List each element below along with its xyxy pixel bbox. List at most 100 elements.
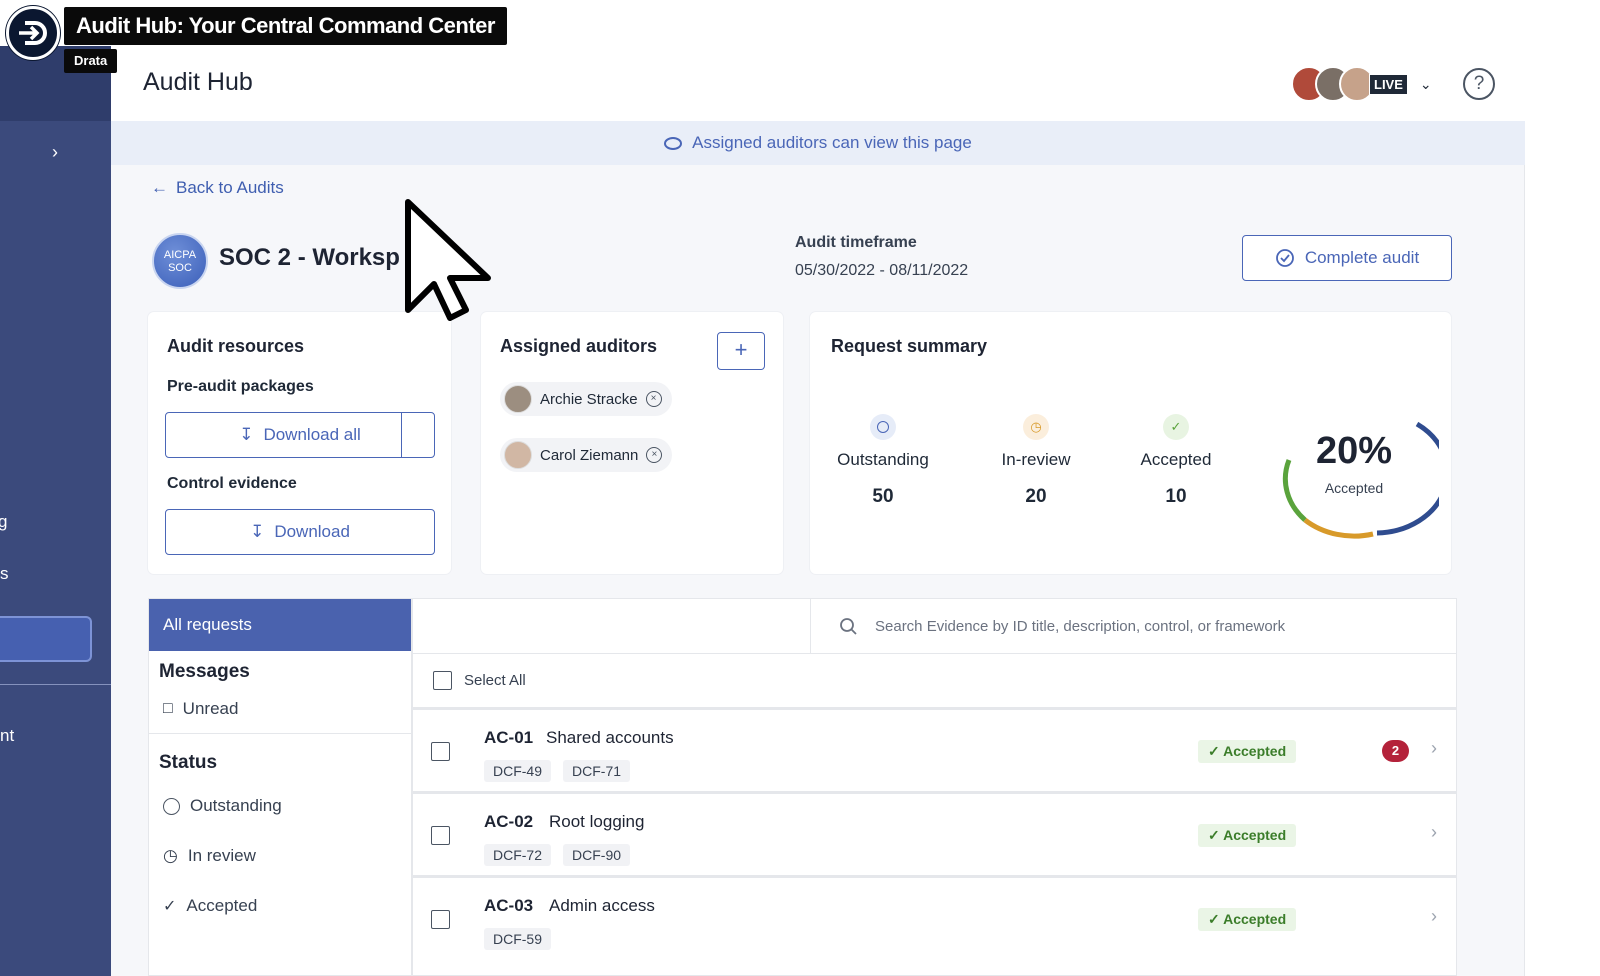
filter-label: Outstanding <box>190 796 282 815</box>
mouse-cursor-icon <box>405 199 491 321</box>
status-heading: Status <box>159 752 218 773</box>
chevron-right-icon[interactable]: › <box>1431 738 1437 759</box>
circle-icon <box>870 414 896 440</box>
page-title: Audit Hub <box>143 68 253 96</box>
stat-in-review[interactable]: ◷ In-review 20 <box>976 414 1096 508</box>
control-tags: DCF-59 <box>484 928 552 950</box>
row-checkbox[interactable] <box>431 910 450 929</box>
check-icon: ✓ <box>1163 414 1189 440</box>
chevron-right-icon[interactable]: › <box>1431 906 1437 927</box>
filter-all-requests[interactable]: All requests <box>149 599 411 651</box>
audit-logo-text: AICPA SOC <box>163 249 197 274</box>
filter-outstanding[interactable]: Outstanding <box>149 796 411 816</box>
timeframe-label: Audit timeframe <box>795 234 917 251</box>
auditor-chip: Carol Ziemann × <box>500 438 673 472</box>
download-button[interactable]: ↧ Download <box>165 509 435 555</box>
request-summary-card: Request summary Outstanding 50 ◷ In-revi… <box>810 312 1451 574</box>
request-name: Shared accounts <box>546 728 674 747</box>
nav-item-fragment[interactable]: nt <box>0 726 14 746</box>
download-all-label: Download all <box>263 425 361 444</box>
filter-unread[interactable]: □ Unread <box>149 699 411 719</box>
download-all-button[interactable]: ↧ Download all <box>165 412 435 458</box>
presence-avatars[interactable]: LIVE ⌄ <box>1291 64 1432 104</box>
stat-label: Outstanding <box>837 450 929 469</box>
table-row[interactable]: AC-02 Root logging DCF-72 DCF-90 ✓ Accep… <box>412 792 1457 876</box>
back-link-label: Back to Audits <box>176 178 284 197</box>
nav-item-active[interactable] <box>0 616 92 662</box>
message-icon: □ <box>163 700 173 717</box>
visibility-banner: Assigned auditors can view this page <box>111 121 1525 165</box>
filter-accepted[interactable]: ✓ Accepted <box>149 896 411 916</box>
nav-item-fragment[interactable]: s <box>0 564 9 584</box>
select-all-checkbox[interactable] <box>433 671 452 690</box>
nav-item-fragment[interactable]: g <box>0 512 7 532</box>
request-name: Admin access <box>549 896 655 915</box>
back-to-audits-link[interactable]: ← Back to Audits <box>151 178 284 198</box>
left-nav: › g s nt <box>0 46 111 976</box>
download-icon: ↧ <box>250 522 265 541</box>
status-badge: ✓ Accepted <box>1198 824 1297 847</box>
donut-ring <box>1282 421 1450 539</box>
message-count-badge: 2 <box>1382 740 1409 762</box>
table-row[interactable]: AC-01 Shared accounts DCF-49 DCF-71 ✓ Ac… <box>412 708 1457 792</box>
filter-label: In review <box>187 846 256 865</box>
video-title: Audit Hub: Your Central Command Center <box>64 7 507 45</box>
control-tags: DCF-49 DCF-71 <box>484 760 631 782</box>
control-tag: DCF-71 <box>563 760 631 782</box>
filter-label: Unread <box>182 699 239 718</box>
auditor-chip: Archie Stracke × <box>500 382 672 416</box>
table-row[interactable]: AC-03 Admin access DCF-59 ✓ Accepted › <box>412 876 1457 976</box>
messages-heading: Messages <box>159 661 250 682</box>
complete-audit-label: Complete audit <box>1304 248 1420 267</box>
chevron-down-icon[interactable]: ⌄ <box>1420 76 1432 93</box>
pre-audit-label: Pre-audit packages <box>167 378 314 395</box>
remove-icon[interactable]: × <box>646 447 663 463</box>
select-all-label: Select All <box>464 672 526 689</box>
stat-value: 20 <box>1025 486 1047 507</box>
stat-accepted[interactable]: ✓ Accepted 10 <box>1116 414 1236 508</box>
search-input[interactable]: Search Evidence by ID title, description… <box>810 599 1458 654</box>
avatar <box>504 441 532 469</box>
eye-icon <box>664 136 683 150</box>
remove-icon[interactable]: × <box>645 391 662 407</box>
control-tag: DCF-49 <box>484 760 552 782</box>
drata-mark-icon <box>19 21 47 45</box>
add-auditor-button[interactable]: + <box>717 332 765 370</box>
accepted-donut: 20% Accepted <box>1269 408 1450 548</box>
audit-title: SOC 2 - Worksp <box>219 244 400 271</box>
clock-icon: ◷ <box>1023 414 1049 440</box>
stat-label: Accepted <box>1140 450 1212 469</box>
nav-divider <box>0 684 111 685</box>
status-text: Accepted <box>1223 743 1287 759</box>
control-tag: DCF-59 <box>484 928 552 950</box>
chevron-right-icon[interactable]: › <box>1431 822 1437 843</box>
help-icon[interactable]: ? <box>1463 68 1495 100</box>
row-checkbox[interactable] <box>431 826 450 845</box>
request-id: AC-02 <box>484 812 534 831</box>
check-circle-icon <box>1275 249 1294 267</box>
arrow-left-icon: ← <box>151 178 168 197</box>
requests-toolbar: Search Evidence by ID title, description… <box>412 598 1457 654</box>
control-tags: DCF-72 DCF-90 <box>484 844 631 866</box>
clock-icon: ◷ <box>163 846 178 865</box>
search-icon <box>840 617 857 635</box>
filter-in-review[interactable]: ◷ In review <box>149 846 411 866</box>
filter-label: Accepted <box>186 896 258 915</box>
requests-filter-panel: All requests Messages □ Unread Status Ou… <box>148 598 412 976</box>
complete-audit-button[interactable]: Complete audit <box>1242 235 1452 281</box>
status-badge: ✓ Accepted <box>1198 908 1297 931</box>
chevron-right-icon[interactable]: › <box>52 142 72 162</box>
video-subtitle: Drata <box>64 49 118 73</box>
stat-label: In-review <box>1001 450 1071 469</box>
request-id: AC-03 <box>484 896 534 915</box>
avatar <box>504 385 532 413</box>
stat-value: 50 <box>872 486 894 507</box>
page-header: Audit Hub LIVE ⌄ ? <box>111 46 1525 121</box>
stat-outstanding[interactable]: Outstanding 50 <box>823 414 943 508</box>
drata-logo <box>6 6 60 60</box>
row-checkbox[interactable] <box>431 742 450 761</box>
circle-icon <box>163 797 180 815</box>
download-label: Download <box>274 522 350 541</box>
live-badge: LIVE <box>1369 73 1408 95</box>
control-tag: DCF-72 <box>484 844 552 866</box>
